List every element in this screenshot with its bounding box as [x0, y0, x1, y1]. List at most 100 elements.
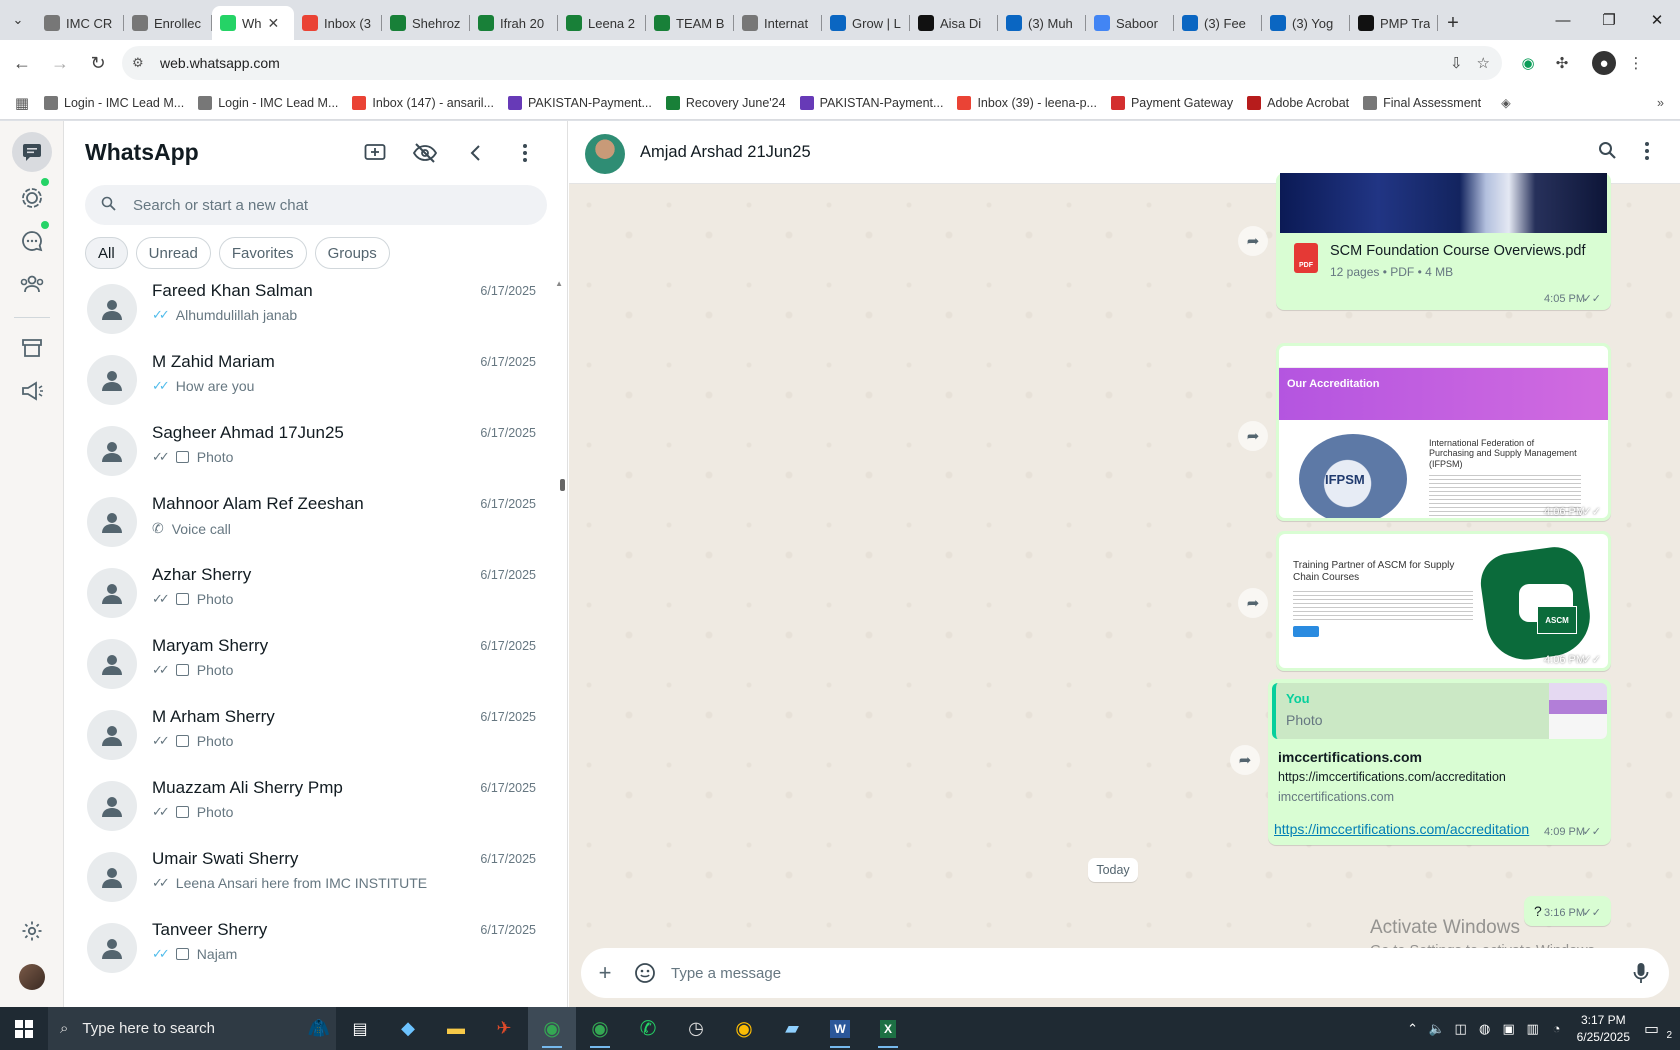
pdf-file-row[interactable]: PDF SCM Foundation Course Overviews.pdf … [1294, 243, 1585, 279]
chat-row[interactable]: Azhar Sherry 6/17/2025 ✓✓ Photo [65, 555, 560, 631]
image-message-accreditation[interactable]: Our Accreditation IFPSM International Fe… [1276, 343, 1611, 521]
chat-row[interactable]: Sagheer Ahmad 17Jun25 6/17/2025 ✓✓ Photo [65, 413, 560, 489]
chat-row[interactable]: Fareed Khan Salman 6/17/2025 ✓✓ Alhumdulill… [65, 273, 560, 347]
browser-tab[interactable]: Aisa Di [910, 6, 998, 40]
message-link[interactable]: https://imccertifications.com/accreditat… [1274, 821, 1529, 837]
chat-row[interactable]: Mahnoor Alam Ref Zeeshan 6/17/2025 ✆ Voice … [65, 484, 560, 560]
accreditation-image[interactable]: Our Accreditation IFPSM International Fe… [1279, 346, 1608, 518]
chat-row[interactable]: Muazzam Ali Sherry Pmp 6/17/2025 ✓✓ Photo [65, 768, 560, 844]
bookmark-item[interactable]: Login - IMC Lead M... [44, 95, 184, 110]
forward-icon[interactable]: ➦ [1230, 745, 1260, 775]
link-preview-title[interactable]: imccertifications.com [1278, 749, 1422, 765]
image-message-ascm[interactable]: Training Partner of ASCM for Supply Chai… [1276, 531, 1611, 671]
chat-list-scrollbar[interactable] [560, 479, 565, 491]
chat-search-input[interactable]: Search or start a new chat [85, 185, 547, 225]
filter-chip-groups[interactable]: Groups [314, 237, 390, 269]
browser-tab[interactable]: (3) Muh [998, 6, 1086, 40]
chat-row[interactable]: Umair Swati Sherry 6/17/2025 ✓✓ Leena Ansar… [65, 839, 560, 915]
chat-row[interactable]: M Arham Sherry 6/17/2025 ✓✓ Photo [65, 697, 560, 773]
conversation-menu-icon[interactable] [1644, 141, 1650, 166]
tray-app-icon[interactable]: ◫ [1449, 1021, 1473, 1037]
forward-icon[interactable]: → [44, 47, 76, 79]
restore-icon[interactable]: ❐ [1586, 0, 1632, 40]
chat-row[interactable]: M Zahid Mariam 6/17/2025 ✓✓ How are you [65, 342, 560, 418]
apps-grid-icon[interactable]: ▦ [0, 94, 44, 112]
tray-app3-icon[interactable]: ▥ [1521, 1021, 1545, 1037]
forward-icon[interactable]: ➦ [1238, 421, 1268, 451]
emoji-icon[interactable] [625, 953, 665, 993]
filter-chip-unread[interactable]: Unread [135, 237, 211, 269]
file-explorer-icon[interactable]: ▬ [432, 1007, 480, 1050]
new-tab-button[interactable]: + [1438, 6, 1468, 40]
bookmark-overflow-icon[interactable]: ◈ [1501, 95, 1511, 110]
bookmark-star-icon[interactable]: ☆ [1477, 54, 1490, 72]
browser-tab[interactable]: Internat [734, 6, 822, 40]
scroll-up-arrow[interactable]: ▲ [555, 279, 563, 288]
profile-avatar[interactable]: ● [1592, 51, 1616, 75]
new-chat-icon[interactable] [363, 141, 387, 165]
bookmark-item[interactable]: PAKISTAN-Payment... [799, 95, 943, 110]
tab-search-icon[interactable]: ⌄ [0, 0, 36, 40]
taskbar-clock[interactable]: 3:17 PM 6/25/2025 [1577, 1012, 1630, 1044]
network-icon[interactable]: ◍ [1473, 1021, 1497, 1037]
install-app-icon[interactable]: ⇩ [1450, 54, 1463, 72]
taskbar-search-input[interactable]: ⌕ Type here to search 🧥 [48, 1007, 336, 1050]
browser-tab[interactable]: Wh ✕ [212, 6, 294, 40]
browser-tab[interactable]: (3) Fee [1174, 6, 1262, 40]
minimize-icon[interactable]: — [1540, 0, 1586, 40]
chat-row[interactable]: Maryam Sherry 6/17/2025 ✓✓ Photo [65, 626, 560, 702]
notifications-icon[interactable]: ▭ 2 [1644, 1019, 1674, 1041]
search-messages-icon[interactable] [1598, 141, 1616, 166]
collapse-chevron-icon[interactable] [463, 141, 487, 165]
word-icon[interactable]: W [816, 1007, 864, 1050]
bookmark-item[interactable]: Adobe Acrobat [1247, 95, 1349, 110]
excel-icon[interactable]: X [864, 1007, 912, 1050]
filter-chip-favorites[interactable]: Favorites [218, 237, 307, 269]
bookmark-item[interactable]: Login - IMC Lead M... [198, 95, 338, 110]
copilot-icon[interactable]: ◆ [384, 1007, 432, 1050]
contact-name[interactable]: Amjad Arshad 21Jun25 [640, 143, 811, 162]
task-view-icon[interactable]: ▤ [336, 1007, 384, 1050]
profile-avatar[interactable] [19, 964, 45, 990]
link-message[interactable]: You Photo imccertifications.com https://… [1268, 679, 1611, 845]
bookmark-item[interactable]: Inbox (147) - ansaril... [352, 95, 494, 110]
close-window-icon[interactable]: ✕ [1634, 0, 1680, 40]
browser-tab[interactable]: Saboor [1086, 6, 1174, 40]
notes-app-icon[interactable]: ▰ [768, 1007, 816, 1050]
bookmark-item[interactable]: Payment Gateway [1110, 95, 1233, 110]
windows-start-icon[interactable] [0, 1007, 48, 1050]
pdf-message[interactable]: PDF SCM Foundation Course Overviews.pdf … [1276, 173, 1611, 310]
chat-row[interactable]: Tanveer Sherry 6/17/2025 ✓✓ Najam [65, 910, 560, 986]
tab-close-icon[interactable]: ✕ [268, 15, 280, 32]
bookmark-item[interactable]: Recovery June'24 [665, 95, 786, 110]
bookmark-item[interactable]: PAKISTAN-Payment... [508, 95, 652, 110]
browser-menu-icon[interactable]: ⋮ [1624, 51, 1648, 75]
chrome-profile-icon[interactable]: ◉ [576, 1007, 624, 1050]
extensions-puzzle-icon[interactable]: ✣ [1550, 51, 1574, 75]
message-input[interactable]: Type a message [671, 965, 1621, 982]
communities-icon[interactable] [17, 269, 47, 299]
chats-icon[interactable] [12, 132, 52, 172]
browser-tab[interactable]: Enrollec [124, 6, 212, 40]
ascm-image[interactable]: Training Partner of ASCM for Supply Chai… [1279, 534, 1608, 668]
browser-tab[interactable]: Ifrah 20 [470, 6, 558, 40]
sidebar-menu-icon[interactable] [513, 141, 537, 165]
browser-tab[interactable]: Inbox (3 [294, 6, 382, 40]
clock-app-icon[interactable]: ◷ [672, 1007, 720, 1050]
extension-icon[interactable]: ◉ [1516, 51, 1540, 75]
contact-avatar[interactable] [585, 134, 625, 174]
url-field[interactable]: ⚙ web.whatsapp.com ⇩ ☆ [122, 46, 1502, 80]
site-info-icon[interactable]: ⚙ [132, 55, 150, 71]
status-icon[interactable] [17, 183, 47, 213]
forward-icon[interactable]: ➦ [1238, 226, 1268, 256]
channels-icon[interactable] [17, 226, 47, 256]
app-pinned-icon[interactable]: ✈ [480, 1007, 528, 1050]
browser-tab[interactable]: Grow | L [822, 6, 910, 40]
bookmark-item[interactable]: Inbox (39) - leena-p... [957, 95, 1097, 110]
chrome-icon[interactable]: ◉ [528, 1007, 576, 1050]
settings-icon[interactable] [17, 916, 47, 946]
more-bookmarks-icon[interactable]: » [1657, 96, 1664, 110]
quoted-message[interactable]: You Photo [1272, 683, 1607, 739]
chrome-alt-icon[interactable]: ◉ [720, 1007, 768, 1050]
browser-tab[interactable]: PMP Tra [1350, 6, 1438, 40]
